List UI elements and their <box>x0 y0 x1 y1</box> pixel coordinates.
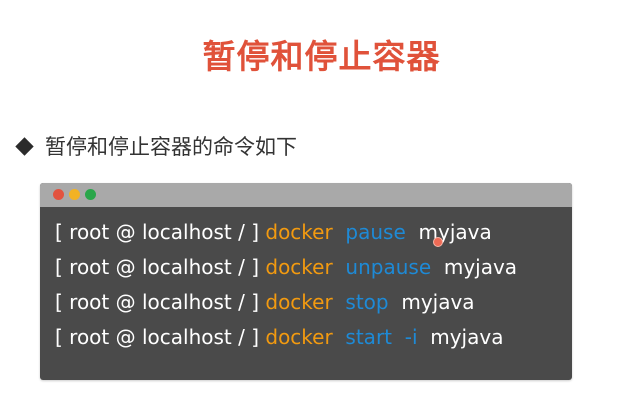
command-prompt: [ root @ localhost / ] <box>55 255 260 279</box>
docker-keyword: docker <box>265 255 333 279</box>
bullet-item: 暂停和停止容器的命令如下 <box>15 131 297 161</box>
command-line: [ root @ localhost / ] docker pause myja… <box>55 217 492 247</box>
command-prompt: [ root @ localhost / ] <box>55 220 260 244</box>
command-line: [ root @ localhost / ] docker unpause my… <box>55 252 517 282</box>
slide-title: 暂停和停止容器 <box>202 37 441 76</box>
diamond-bullet-icon <box>15 136 34 156</box>
docker-keyword: docker <box>265 325 333 349</box>
docker-subcommand: pause <box>345 220 406 244</box>
terminal-body: [ root @ localhost / ] docker pause myja… <box>40 207 572 380</box>
terminal-window: [ root @ localhost / ] docker pause myja… <box>40 183 572 380</box>
command-line: [ root @ localhost / ] docker start -i m… <box>55 322 503 352</box>
docker-subcommand: start <box>345 325 393 349</box>
container-name: myjava <box>418 220 492 244</box>
command-prompt: [ root @ localhost / ] <box>55 290 260 314</box>
command-line: [ root @ localhost / ] docker stop myjav… <box>55 287 475 317</box>
container-name: myjava <box>443 255 518 279</box>
minimize-dot-icon[interactable] <box>69 189 80 200</box>
container-name: myjava <box>401 290 475 314</box>
maximize-dot-icon[interactable] <box>85 189 96 200</box>
command-flag: -i <box>404 325 418 349</box>
bullet-text: 暂停和停止容器的命令如下 <box>45 135 297 159</box>
close-dot-icon[interactable] <box>53 189 64 200</box>
docker-subcommand: unpause <box>345 255 432 279</box>
docker-subcommand: stop <box>345 290 389 314</box>
docker-keyword: docker <box>265 290 333 314</box>
container-name: myjava <box>430 325 504 349</box>
command-prompt: [ root @ localhost / ] <box>55 325 260 349</box>
terminal-title-bar <box>40 183 572 207</box>
pointer-cursor-icon <box>433 237 443 247</box>
docker-keyword: docker <box>265 220 333 244</box>
